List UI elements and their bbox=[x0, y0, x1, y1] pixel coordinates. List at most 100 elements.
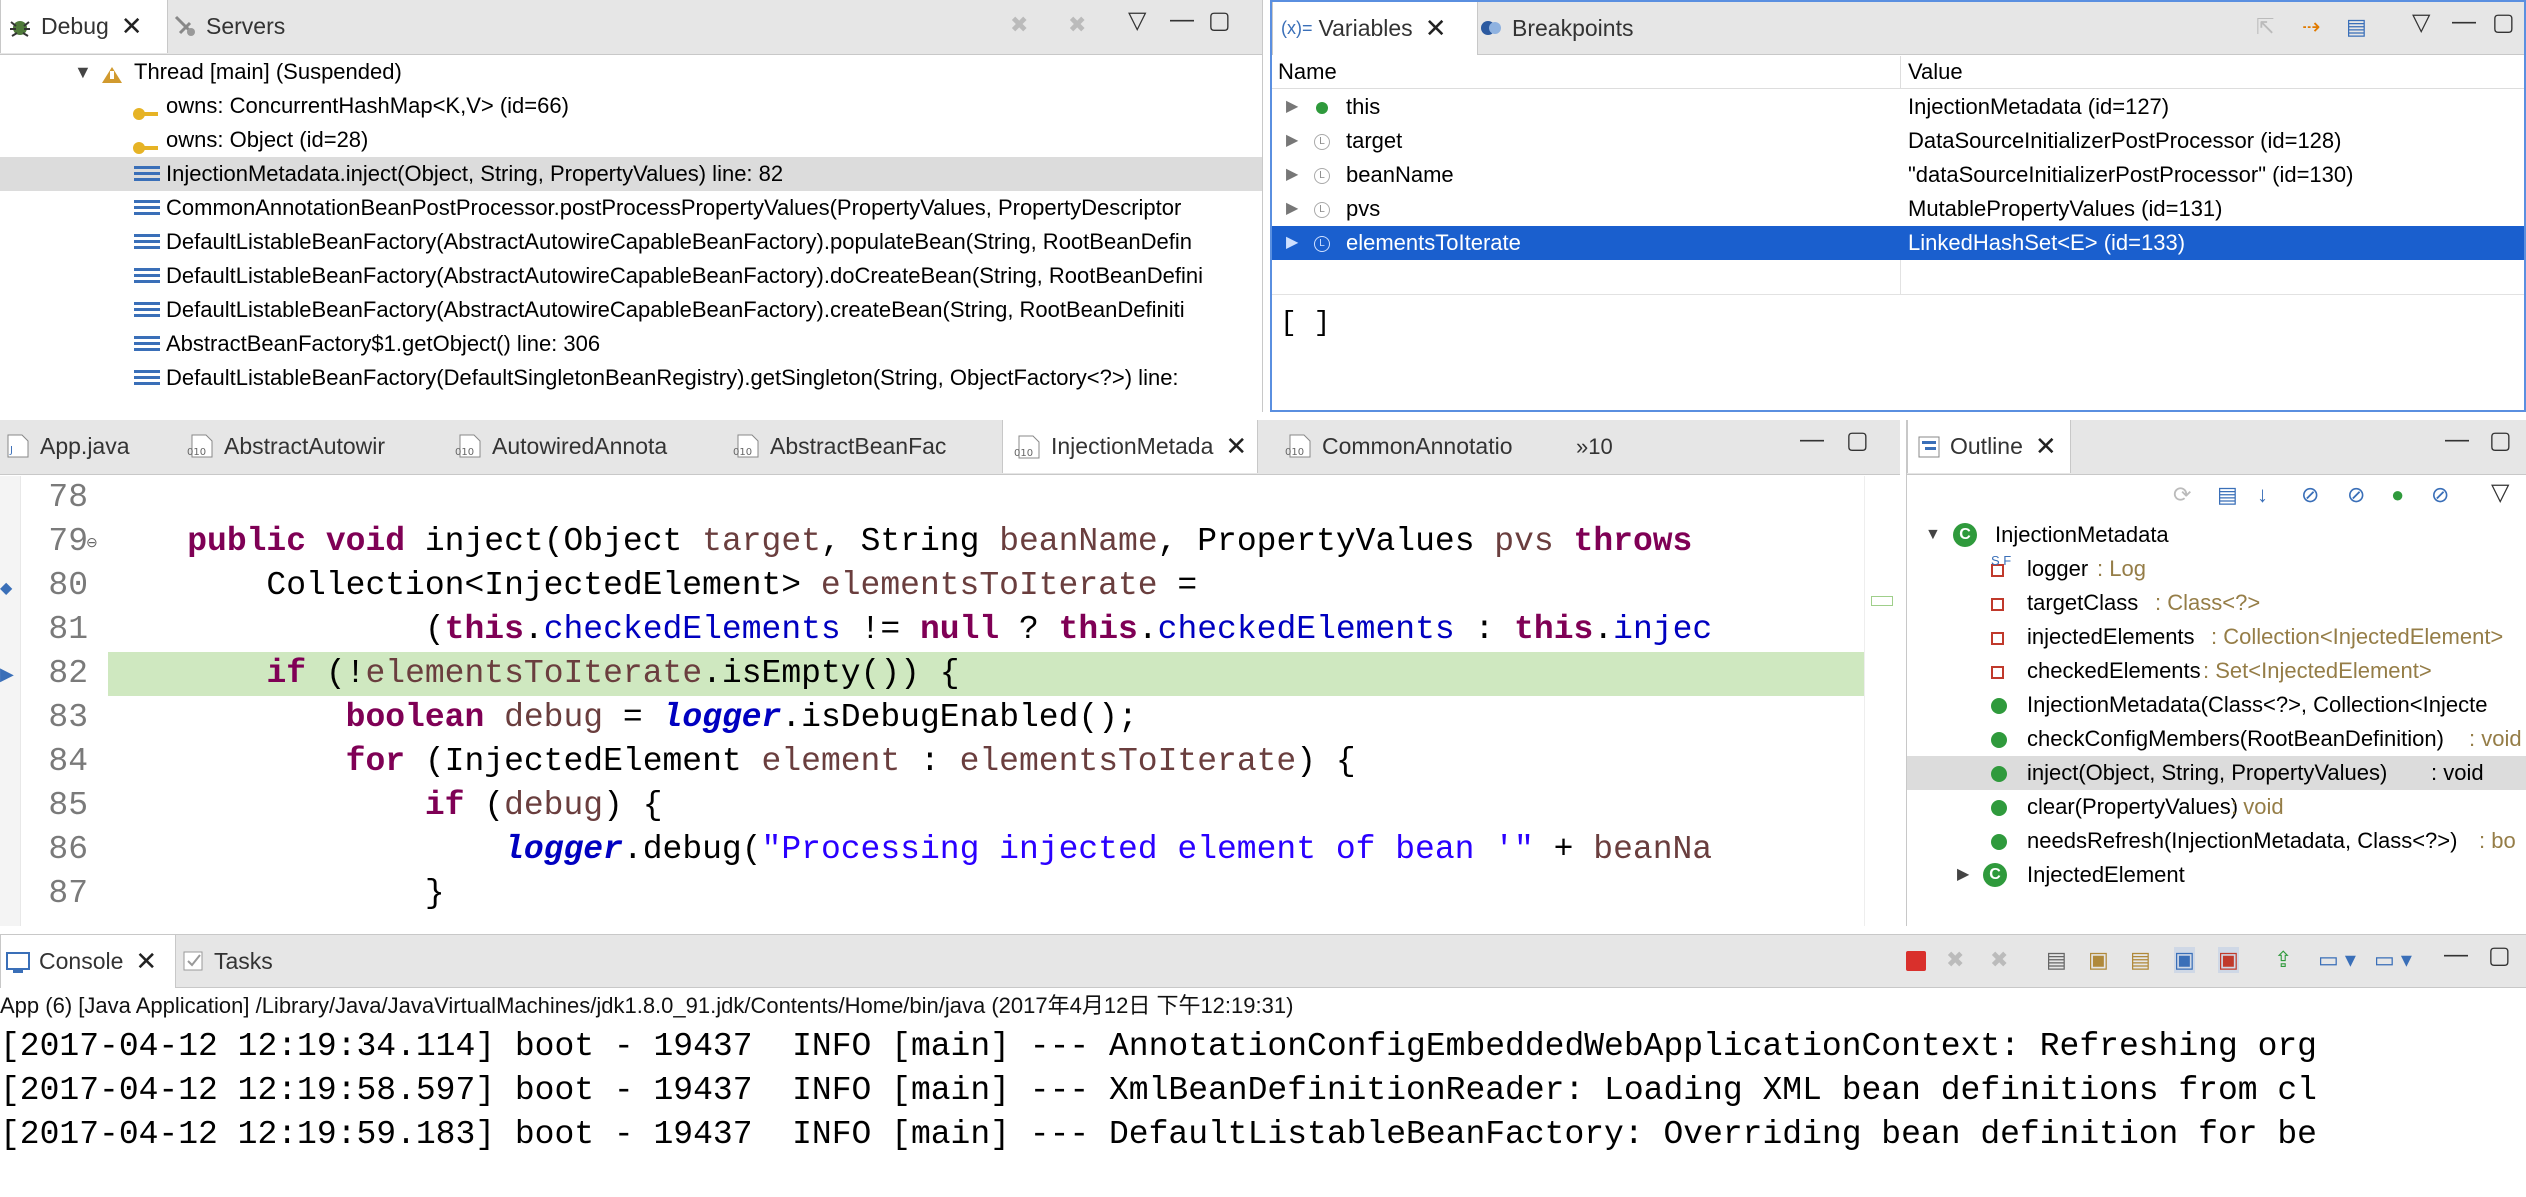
open-console-icon[interactable]: ▭ ▾ bbox=[2374, 947, 2412, 973]
scroll-lock-icon[interactable]: ▣ bbox=[2088, 947, 2109, 973]
outline-member[interactable]: needsRefresh(InjectionMetadata, Class<?>… bbox=[1907, 824, 2526, 858]
show-on-stderr-icon[interactable]: ▣ bbox=[2218, 947, 2239, 973]
show-type-names-icon[interactable]: ⇱ bbox=[2256, 14, 2274, 40]
editor-tab-active[interactable]: 010 InjectionMetada ✕ bbox=[1002, 420, 1259, 473]
expand-icon[interactable]: ▶ bbox=[1957, 858, 1969, 892]
variable-row[interactable]: ▶ L target DataSourceInitializerPostProc… bbox=[1272, 124, 2524, 158]
overview-ruler[interactable] bbox=[1864, 476, 1900, 926]
code-line: 84 for (InjectedElement element : elemen… bbox=[0, 740, 1900, 784]
editor-tab[interactable]: 010 AbstractBeanFac bbox=[732, 420, 946, 472]
stack-frame-row[interactable]: DefaultListableBeanFactory(AbstractAutow… bbox=[0, 293, 1262, 327]
close-icon[interactable]: ✕ bbox=[121, 11, 143, 42]
maximize-icon[interactable]: ▢ bbox=[2488, 941, 2511, 970]
minimize-icon[interactable]: — bbox=[1800, 426, 1824, 454]
outline-member[interactable]: checkConfigMembers(RootBeanDefinition) :… bbox=[1907, 722, 2526, 756]
outline-member[interactable]: targetClass : Class<?> bbox=[1907, 586, 2526, 620]
tab-console[interactable]: Console ✕ bbox=[0, 935, 176, 988]
close-icon[interactable]: ✕ bbox=[1425, 13, 1447, 44]
expand-icon[interactable]: ▶ bbox=[1286, 90, 1298, 124]
stack-frame-row[interactable]: CommonAnnotationBeanPostProcessor.postPr… bbox=[0, 191, 1262, 225]
outline-member[interactable]: InjectionMetadata(Class<?>, Collection<I… bbox=[1907, 688, 2526, 722]
thread-row[interactable]: ▼ Thread [main] (Suspended) bbox=[0, 55, 1262, 89]
sync-icon[interactable]: ⟳ bbox=[2173, 482, 2191, 508]
breakpoints-icon bbox=[1478, 15, 1504, 41]
code-editor[interactable]: ▶ ◆ ⊖ 78 79 public void inject(Object ta… bbox=[0, 476, 1900, 926]
outline-member-selected[interactable]: inject(Object, String, PropertyValues) :… bbox=[1907, 756, 2526, 790]
close-icon[interactable]: ✕ bbox=[135, 946, 157, 977]
variable-row-selected[interactable]: ▶ L elementsToIterate LinkedHashSet<E> (… bbox=[1272, 226, 2524, 260]
tab-breakpoints[interactable]: Breakpoints bbox=[1478, 2, 1633, 54]
maximize-icon[interactable]: ▢ bbox=[1846, 426, 1869, 455]
stack-frame-row[interactable]: AbstractBeanFactory$1.getObject() line: … bbox=[0, 327, 1262, 361]
maximize-icon[interactable]: ▢ bbox=[2489, 426, 2512, 455]
minimize-icon[interactable]: — bbox=[2445, 426, 2469, 454]
outline-member[interactable]: S F logger : Log bbox=[1907, 552, 2526, 586]
view-menu-icon[interactable]: ▽ bbox=[2491, 478, 2509, 507]
remove-all-icon[interactable]: ✖ bbox=[1990, 947, 2008, 973]
collapse-all-icon[interactable]: ▤ bbox=[2346, 14, 2367, 40]
outline-nested-class[interactable]: ▶ C InjectedElement bbox=[1907, 858, 2526, 892]
tab-debug[interactable]: Debug ✕ bbox=[0, 0, 168, 53]
outline-member[interactable]: checkedElements : Set<InjectedElement> bbox=[1907, 654, 2526, 688]
close-icon[interactable]: ✕ bbox=[1225, 431, 1247, 462]
display-console-icon[interactable]: ▭ ▾ bbox=[2318, 947, 2356, 973]
tab-servers[interactable]: Servers bbox=[172, 0, 285, 52]
remove-terminated-icon[interactable]: ✖ bbox=[1010, 12, 1028, 38]
terminate-icon[interactable] bbox=[1906, 951, 1926, 971]
line-number: 84 bbox=[48, 743, 88, 780]
hide-fields-icon[interactable]: ⊘ bbox=[2301, 482, 2319, 508]
maximize-icon[interactable]: ▢ bbox=[2492, 8, 2515, 37]
minimize-icon[interactable]: — bbox=[2444, 941, 2468, 969]
hide-static-icon[interactable]: ⊘ bbox=[2347, 482, 2365, 508]
variable-row[interactable]: ▶ L beanName "dataSourceInitializerPostP… bbox=[1272, 158, 2524, 192]
outline-member[interactable]: injectedElements : Collection<InjectedEl… bbox=[1907, 620, 2526, 654]
detail-pane[interactable]: [ ] bbox=[1280, 308, 1330, 339]
collapse-all-icon[interactable]: ▤ bbox=[2217, 482, 2238, 508]
view-menu-icon[interactable]: ▽ bbox=[1128, 6, 1146, 35]
tab-tasks[interactable]: Tasks bbox=[180, 935, 273, 987]
editor-tab[interactable]: 010 AutowiredAnnota bbox=[454, 420, 667, 472]
stack-frame-row[interactable]: DefaultListableBeanFactory(AbstractAutow… bbox=[0, 225, 1262, 259]
close-icon[interactable]: ✕ bbox=[2035, 431, 2057, 462]
variable-row[interactable]: ▶ L pvs MutablePropertyValues (id=131) bbox=[1272, 192, 2524, 226]
show-logical-structure-icon[interactable]: ⇢ bbox=[2302, 14, 2320, 40]
column-divider[interactable] bbox=[1900, 56, 1901, 88]
view-menu-icon[interactable]: ▽ bbox=[2412, 8, 2430, 37]
expand-icon[interactable]: ▶ bbox=[1286, 158, 1298, 192]
editor-tab[interactable]: J App.java bbox=[0, 420, 130, 472]
word-wrap-icon[interactable]: ▤ bbox=[2130, 947, 2151, 973]
collapse-icon[interactable]: ▼ bbox=[74, 55, 92, 89]
tab-variables[interactable]: (x)= Variables ✕ bbox=[1272, 2, 1478, 55]
editor-tab[interactable]: 010 CommonAnnotatio bbox=[1284, 420, 1513, 472]
remove-all-terminated-icon[interactable]: ✖ bbox=[1068, 12, 1086, 38]
remove-launch-icon[interactable]: ✖ bbox=[1946, 947, 1964, 973]
minimize-icon[interactable]: — bbox=[2452, 8, 2476, 36]
minimize-icon[interactable]: — bbox=[1170, 6, 1194, 34]
console-output[interactable]: [2017-04-12 12:19:34.114] boot - 19437 I… bbox=[0, 1025, 2526, 1197]
column-value-header[interactable]: Value bbox=[1908, 56, 1963, 88]
maximize-icon[interactable]: ▢ bbox=[1208, 6, 1231, 35]
hide-nonpublic-icon[interactable]: ● bbox=[2391, 482, 2404, 508]
expand-icon[interactable]: ▶ bbox=[1286, 124, 1298, 158]
column-name-header[interactable]: Name bbox=[1278, 56, 1337, 88]
overview-marker[interactable] bbox=[1871, 596, 1893, 606]
expand-icon[interactable]: ▶ bbox=[1286, 226, 1298, 260]
collapse-icon[interactable]: ▼ bbox=[1925, 518, 1941, 552]
outline-member[interactable]: clear(PropertyValues) : void bbox=[1907, 790, 2526, 824]
stack-frame-row[interactable]: InjectionMetadata.inject(Object, String,… bbox=[0, 157, 1262, 191]
monitor-row[interactable]: owns: Object (id=28) bbox=[0, 123, 1262, 157]
clear-console-icon[interactable]: ▤ bbox=[2046, 947, 2067, 973]
expand-icon[interactable]: ▶ bbox=[1286, 192, 1298, 226]
sort-icon[interactable]: ↓ bbox=[2257, 482, 2268, 508]
editor-tab[interactable]: 010 AbstractAutowir bbox=[186, 420, 385, 472]
stack-frame-row[interactable]: DefaultListableBeanFactory(AbstractAutow… bbox=[0, 259, 1262, 293]
hide-local-types-icon[interactable]: ⊘ bbox=[2431, 482, 2449, 508]
show-on-stdout-icon[interactable]: ▣ bbox=[2174, 947, 2195, 973]
tab-outline[interactable]: Outline ✕ bbox=[1907, 420, 2071, 473]
pin-console-icon[interactable]: ⇪ bbox=[2274, 947, 2292, 973]
monitor-row[interactable]: owns: ConcurrentHashMap<K,V> (id=66) bbox=[0, 89, 1262, 123]
variable-row[interactable]: ▶ this InjectionMetadata (id=127) bbox=[1272, 90, 2524, 124]
stack-frame-row[interactable]: DefaultListableBeanFactory(DefaultSingle… bbox=[0, 361, 1262, 395]
more-tabs-button[interactable]: »10 bbox=[1576, 434, 1613, 460]
